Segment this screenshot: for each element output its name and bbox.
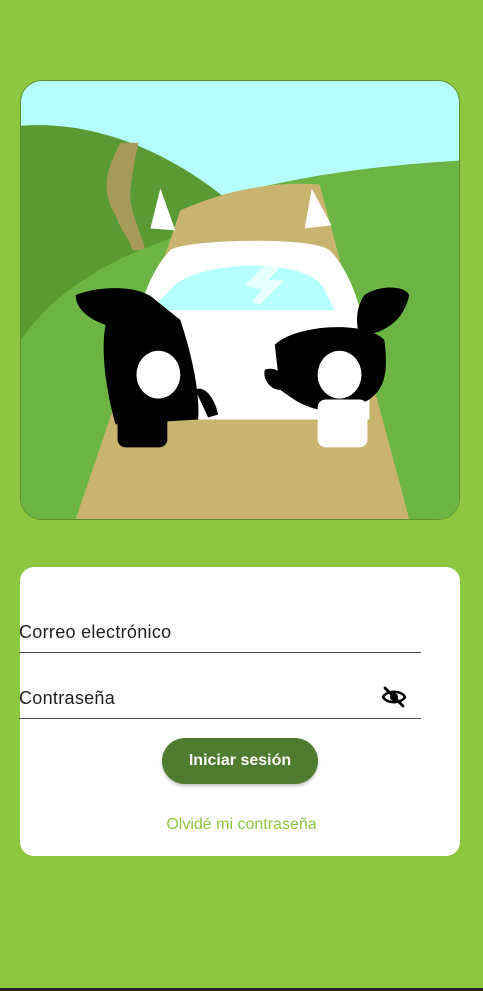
eye-off-icon[interactable]	[381, 686, 407, 708]
password-field[interactable]	[19, 678, 421, 719]
email-field[interactable]	[19, 612, 421, 653]
forgot-password-link[interactable]: Olvidé mi contraseña	[0, 816, 483, 834]
hero-illustration	[20, 80, 460, 520]
email-input[interactable]	[19, 612, 359, 652]
password-input[interactable]	[19, 678, 359, 718]
login-button[interactable]: Iniciar sesión	[162, 738, 318, 784]
